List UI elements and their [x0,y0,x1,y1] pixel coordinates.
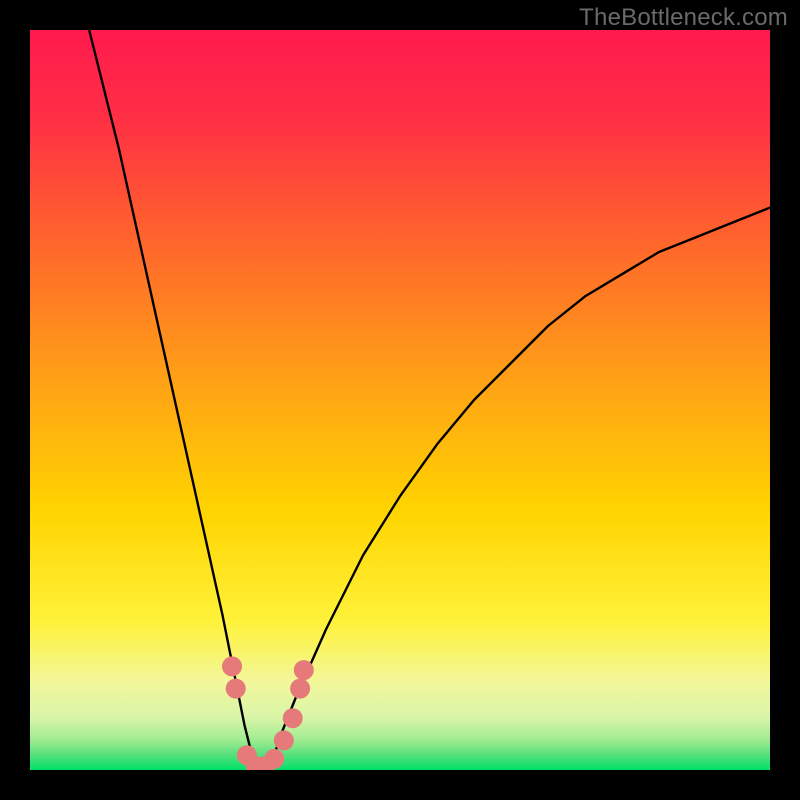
watermark-text: TheBottleneck.com [579,4,788,32]
marker-left-2 [226,679,246,699]
gradient-background [30,30,770,770]
marker-left-1 [222,656,242,676]
marker-bottom-6 [283,708,303,728]
marker-right-2 [294,660,314,680]
marker-bottom-5 [274,730,294,750]
marker-right-1 [290,679,310,699]
bottleneck-chart [30,30,770,770]
marker-bottom-4 [264,749,284,769]
